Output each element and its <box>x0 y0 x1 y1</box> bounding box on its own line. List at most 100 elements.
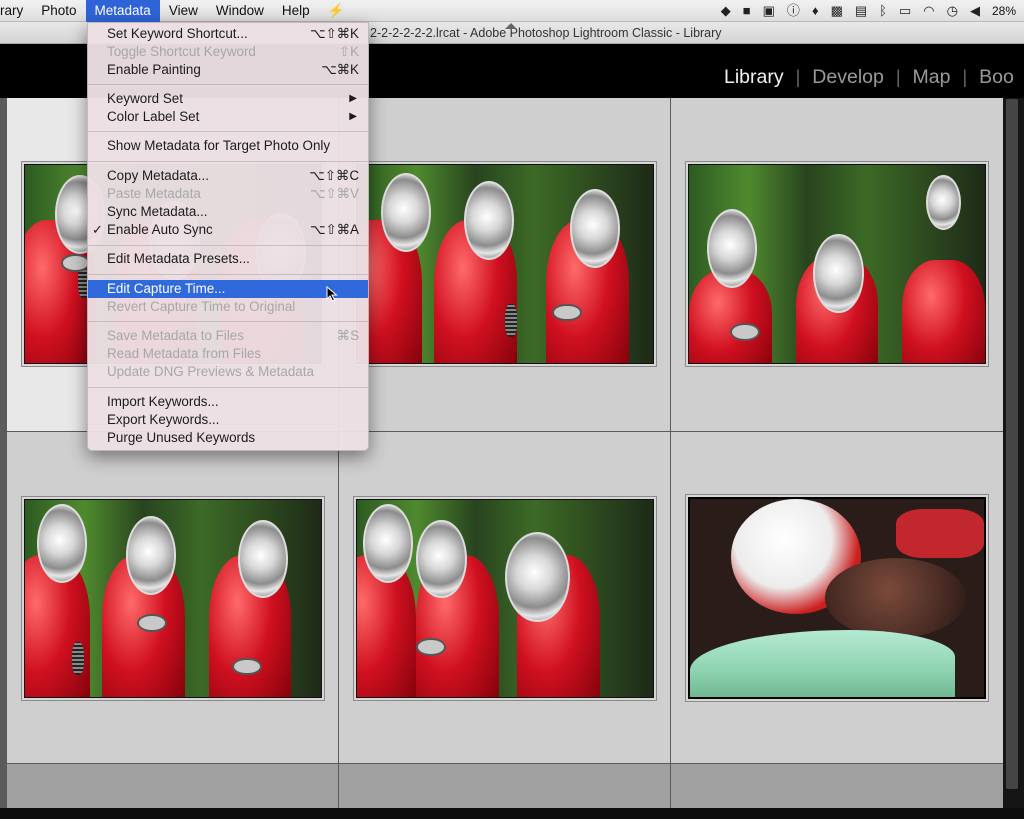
menu-item-label: Keyword Set <box>107 91 183 106</box>
menu-item-save-metadata-to-files: Save Metadata to Files ⌘S <box>88 327 368 345</box>
menu-item-edit-metadata-presets[interactable]: Edit Metadata Presets... <box>88 250 368 268</box>
menu-window[interactable]: Window <box>207 0 273 22</box>
grid-cell[interactable] <box>339 432 670 763</box>
window-icon[interactable]: ▣ <box>763 0 775 22</box>
menu-item-export-keywords[interactable]: Export Keywords... <box>88 411 368 429</box>
menu-item-purge-unused-keywords[interactable]: Purge Unused Keywords <box>88 429 368 447</box>
menu-item-label: Revert Capture Time to Original <box>107 299 296 314</box>
menu-item-label: Edit Metadata Presets... <box>107 251 250 266</box>
thumbnail-frame <box>685 161 989 367</box>
panel-collapse-arrow-icon[interactable] <box>505 23 517 29</box>
thumbnail-frame <box>685 494 989 702</box>
module-book[interactable]: Boo <box>979 66 1014 89</box>
menu-item-label: Update DNG Previews & Metadata <box>107 364 314 379</box>
menu-separator <box>88 84 368 85</box>
volume-icon[interactable]: ◀ <box>970 0 980 22</box>
script-icon[interactable]: ⚡ <box>319 0 354 22</box>
filmstrip-divider <box>0 808 1024 819</box>
time-machine-icon[interactable]: ◷ <box>947 0 958 22</box>
menu-item-enable-painting[interactable]: Enable Painting ⌥⌘K <box>88 61 368 79</box>
photo-thumbnail[interactable] <box>356 499 654 698</box>
checkmark-icon: ✓ <box>92 222 103 237</box>
grid-cell[interactable] <box>671 432 1003 763</box>
menu-item-label: Color Label Set <box>107 109 200 124</box>
menu-item-label: Purge Unused Keywords <box>107 430 256 445</box>
thumbnail-frame <box>21 496 325 701</box>
keyboard-shortcut: ⌥⇧⌘K <box>310 26 359 41</box>
menu-separator <box>88 387 368 388</box>
dropbox-icon[interactable]: ◆ <box>721 0 731 22</box>
keyboard-shortcut: ⇧K <box>338 44 359 59</box>
onepassword-icon[interactable]: ⓘ <box>787 0 800 22</box>
menu-item-label: Export Keywords... <box>107 412 220 427</box>
grid-cell[interactable] <box>339 98 670 431</box>
menu-item-label: Save Metadata to Files <box>107 328 244 343</box>
menu-item-label: Paste Metadata <box>107 186 201 201</box>
keyboard-shortcut: ⌥⇧⌘V <box>310 186 359 201</box>
module-develop[interactable]: Develop <box>812 66 884 89</box>
thumbnail-frame <box>353 496 657 701</box>
menu-separator <box>88 245 368 246</box>
module-picker: Library | Develop | Map | Boo <box>724 66 1014 89</box>
menu-item-keyword-set[interactable]: Keyword Set ▶ <box>88 90 368 108</box>
flame-icon[interactable]: ♦ <box>812 0 819 22</box>
menu-item-label: Show Metadata for Target Photo Only <box>107 138 331 153</box>
metadata-menu: Set Keyword Shortcut... ⌥⇧⌘K Toggle Shor… <box>87 22 369 451</box>
menu-separator <box>88 161 368 162</box>
submenu-arrow-icon: ▶ <box>349 93 357 104</box>
keyboard-shortcut: ⌥⇧⌘C <box>309 168 359 183</box>
submenu-arrow-icon: ▶ <box>349 111 357 122</box>
photo-thumbnail[interactable] <box>356 164 654 364</box>
menu-metadata[interactable]: Metadata <box>85 0 160 22</box>
grid-cell[interactable] <box>671 764 1003 808</box>
scrollbar-thumb[interactable] <box>1006 99 1018 789</box>
module-map[interactable]: Map <box>913 66 951 89</box>
battery-percentage[interactable]: 28% <box>992 4 1016 18</box>
module-separator: | <box>795 67 801 87</box>
menu-item-label: Toggle Shortcut Keyword <box>107 44 256 59</box>
menu-separator <box>88 321 368 322</box>
menu-item-label: Copy Metadata... <box>107 168 209 183</box>
photo-thumbnail[interactable] <box>688 164 986 364</box>
module-separator: | <box>895 67 901 87</box>
keyboard-shortcut: ⌥⌘K <box>321 62 359 77</box>
bluetooth-icon[interactable]: ᛒ <box>879 0 887 22</box>
facetime-icon[interactable]: ■ <box>743 0 751 22</box>
airplay-icon[interactable]: ▭ <box>899 0 911 22</box>
menu-item-label: Sync Metadata... <box>107 204 208 219</box>
grid-cell[interactable] <box>7 432 338 763</box>
menu-item-label: Import Keywords... <box>107 394 219 409</box>
menu-item-label: Enable Auto Sync <box>107 222 213 237</box>
menu-item-set-keyword-shortcut[interactable]: Set Keyword Shortcut... ⌥⇧⌘K <box>88 25 368 43</box>
menu-item-import-keywords[interactable]: Import Keywords... <box>88 393 368 411</box>
grid-cell[interactable] <box>7 764 338 808</box>
menu-item-show-metadata-target-only[interactable]: Show Metadata for Target Photo Only <box>88 137 368 155</box>
screen-icon[interactable]: ▤ <box>855 0 867 22</box>
stocks-icon[interactable]: ▩ <box>831 0 843 22</box>
grid-cell[interactable] <box>339 764 670 808</box>
menu-item-color-label-set[interactable]: Color Label Set ▶ <box>88 108 368 126</box>
grid-cell[interactable] <box>671 98 1003 431</box>
menu-item-enable-auto-sync[interactable]: ✓ Enable Auto Sync ⌥⇧⌘A <box>88 221 368 239</box>
module-library[interactable]: Library <box>724 66 784 89</box>
status-menu-extras: ◆ ■ ▣ ⓘ ♦ ▩ ▤ ᛒ ▭ ◠ ◷ ◀ 28% <box>721 0 1024 22</box>
keyboard-shortcut: ⌥⇧⌘A <box>310 222 359 237</box>
keyboard-shortcut: ⌘S <box>336 328 359 343</box>
window-title: 2-2-2-2-2-2.lrcat - Adobe Photoshop Ligh… <box>370 26 722 40</box>
photo-thumbnail[interactable] <box>24 499 322 698</box>
photo-thumbnail[interactable] <box>688 497 986 699</box>
menu-item-label: Read Metadata from Files <box>107 346 262 361</box>
thumbnail-frame <box>353 161 657 367</box>
menu-app-library[interactable]: rary <box>0 0 32 22</box>
menu-separator <box>88 131 368 132</box>
menu-photo[interactable]: Photo <box>32 0 85 22</box>
macos-menu-bar: rary Photo Metadata View Window Help ⚡ ◆… <box>0 0 1024 22</box>
menu-item-label: Edit Capture Time... <box>107 281 226 296</box>
menu-item-copy-metadata[interactable]: Copy Metadata... ⌥⇧⌘C <box>88 167 368 185</box>
menu-item-read-metadata-from-files: Read Metadata from Files <box>88 345 368 363</box>
wifi-icon[interactable]: ◠ <box>923 0 934 22</box>
menu-help[interactable]: Help <box>273 0 319 22</box>
menu-item-sync-metadata[interactable]: Sync Metadata... <box>88 203 368 221</box>
menu-separator <box>88 274 368 275</box>
menu-view[interactable]: View <box>160 0 207 22</box>
